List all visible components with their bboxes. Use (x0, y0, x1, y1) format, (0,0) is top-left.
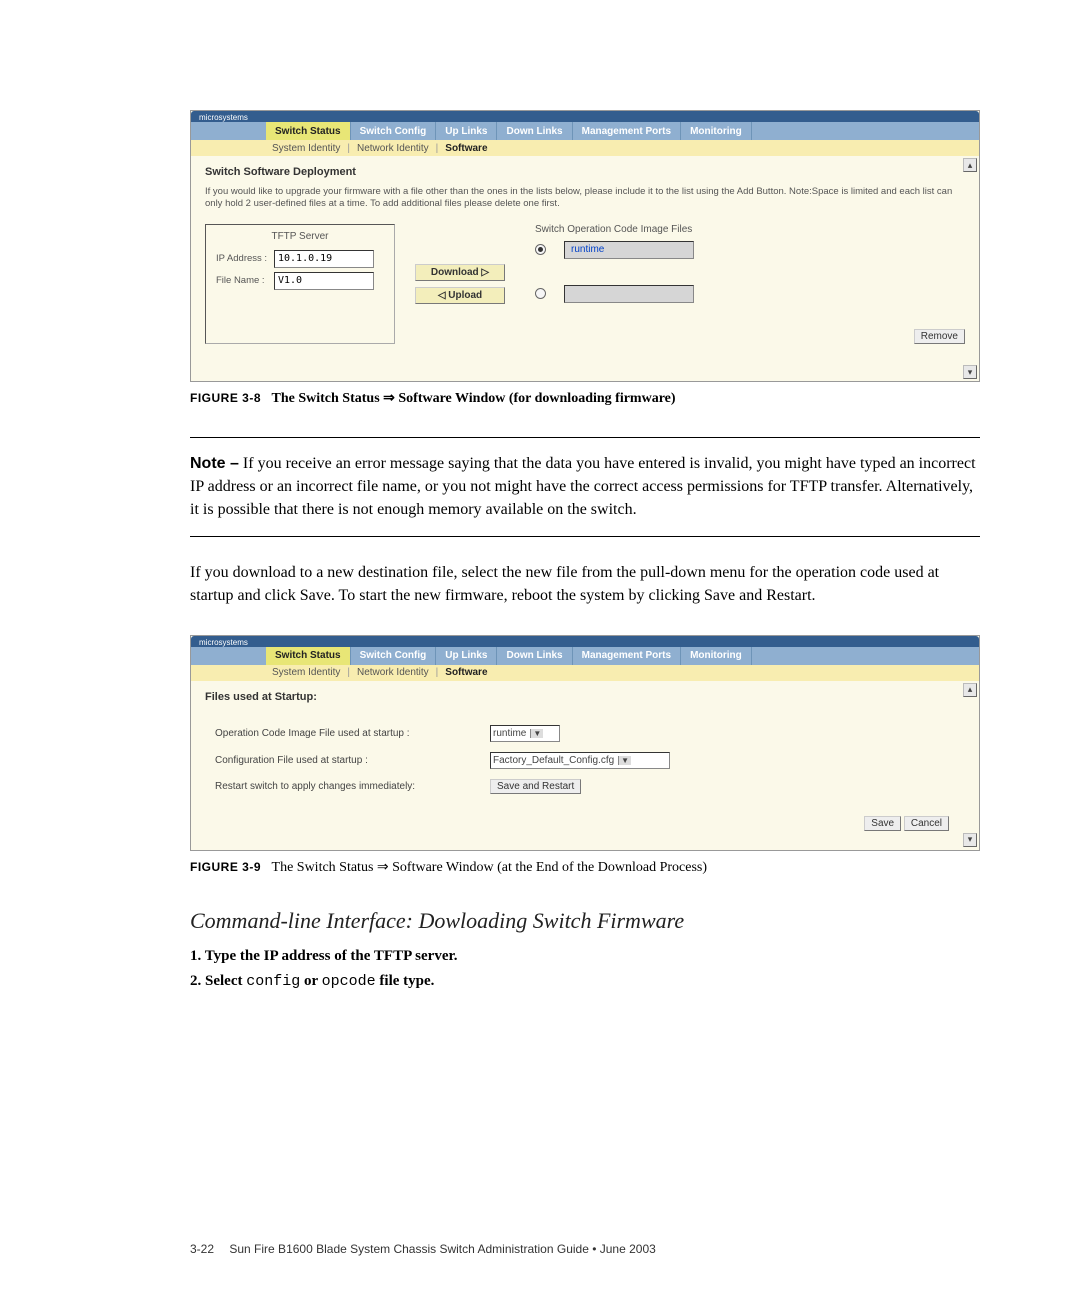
figure-3-8-screenshot: microsystems Switch Status Switch Config… (190, 110, 980, 382)
note-text: If you receive an error message saying t… (190, 455, 976, 518)
main-tabbar-2: Switch Status Switch Config Up Links Dow… (191, 647, 979, 665)
startup-files-heading: Files used at Startup: (205, 691, 965, 703)
tab-down-links[interactable]: Down Links (497, 122, 572, 140)
scroll-up-button[interactable]: ▴ (963, 158, 977, 172)
scroll-down-button-2[interactable]: ▾ (963, 833, 977, 847)
figure-3-8-caption: FIGURE 3-8 The Switch Status ⇒ Software … (190, 390, 980, 407)
step-1: 1. Type the IP address of the TFTP serve… (190, 948, 980, 965)
ip-address-label: IP Address : (216, 254, 270, 264)
step-2: 2. Select config or opcode file type. (190, 973, 980, 990)
subtab-system-identity[interactable]: System Identity (266, 140, 346, 156)
config-file-label: Configuration File used at startup : (215, 755, 490, 766)
cancel-button[interactable]: Cancel (904, 816, 949, 831)
figure-3-9-caption: FIGURE 3-9 The Switch Status ⇒ Software … (190, 859, 980, 876)
caption-label: FIGURE 3-8 (190, 391, 261, 405)
image-file-1: runtime (564, 241, 694, 259)
tab-switch-status[interactable]: Switch Status (266, 122, 351, 140)
remove-button[interactable]: Remove (914, 329, 965, 344)
caption-text-2: The Switch Status ⇒ Software Window (at … (272, 860, 708, 875)
upload-button[interactable]: ◁ Upload (415, 287, 505, 304)
restart-label: Restart switch to apply changes immediat… (215, 781, 490, 792)
titlebar-brand: microsystems (191, 111, 979, 122)
titlebar-brand-2: microsystems (191, 636, 979, 647)
download-button[interactable]: Download ▷ (415, 264, 505, 281)
description-text: If you would like to upgrade your firmwa… (205, 186, 965, 210)
scroll-down-button[interactable]: ▾ (963, 365, 977, 379)
save-and-restart-button[interactable]: Save and Restart (490, 779, 581, 794)
tab-monitoring[interactable]: Monitoring (681, 122, 752, 140)
tab-management-ports[interactable]: Management Ports (573, 122, 681, 140)
file-name-label: File Name : (216, 276, 270, 286)
subtab-network-identity[interactable]: Network Identity (351, 140, 435, 156)
subtab-software-2[interactable]: Software (439, 665, 493, 681)
caption-text: The Switch Status ⇒ Software Window (for… (272, 391, 676, 406)
subtab-network-identity-2[interactable]: Network Identity (351, 665, 435, 681)
caption-label-2: FIGURE 3-9 (190, 860, 261, 874)
image-files-heading: Switch Operation Code Image Files (535, 224, 965, 235)
tab-switch-status-2[interactable]: Switch Status (266, 647, 351, 665)
sub-tabbar-2: System Identity | Network Identity | Sof… (191, 665, 979, 681)
footer-title: Sun Fire B1600 Blade System Chassis Swit… (229, 1242, 655, 1256)
file-name-input[interactable] (274, 272, 374, 290)
save-button[interactable]: Save (864, 816, 901, 831)
sub-tabbar: System Identity | Network Identity | Sof… (191, 140, 979, 156)
config-file-value: Factory_Default_Config.cfg (493, 755, 614, 766)
tab-switch-config-2[interactable]: Switch Config (351, 647, 437, 665)
tab-down-links-2[interactable]: Down Links (497, 647, 572, 665)
page-footer: 3-22 Sun Fire B1600 Blade System Chassis… (190, 1242, 656, 1256)
note-label: Note – (190, 455, 239, 472)
tab-switch-config[interactable]: Switch Config (351, 122, 437, 140)
opcode-file-select[interactable]: runtime ▼ (490, 725, 560, 742)
page-number: 3-22 (190, 1242, 214, 1256)
image-radio-1[interactable] (535, 244, 546, 255)
figure-3-9-screenshot: microsystems Switch Status Switch Config… (190, 635, 980, 851)
config-file-select[interactable]: Factory_Default_Config.cfg ▼ (490, 752, 670, 769)
tab-up-links-2[interactable]: Up Links (436, 647, 497, 665)
cli-heading: Command-line Interface: Dowloading Switc… (190, 908, 980, 934)
chevron-down-icon-2: ▼ (618, 756, 631, 765)
opcode-file-value: runtime (493, 728, 526, 739)
opcode-file-label: Operation Code Image File used at startu… (215, 728, 490, 739)
image-file-2 (564, 285, 694, 303)
main-tabbar: Switch Status Switch Config Up Links Dow… (191, 122, 979, 140)
ip-address-input[interactable] (274, 250, 374, 268)
scroll-up-button-2[interactable]: ▴ (963, 683, 977, 697)
tab-management-ports-2[interactable]: Management Ports (573, 647, 681, 665)
tftp-legend: TFTP Server (216, 231, 384, 242)
tftp-server-group: TFTP Server IP Address : File Name : (205, 224, 395, 344)
body-paragraph: If you download to a new destination fil… (190, 561, 980, 607)
note-block: Note – If you receive an error message s… (190, 437, 980, 537)
section-title: Switch Software Deployment (205, 166, 965, 178)
tab-monitoring-2[interactable]: Monitoring (681, 647, 752, 665)
subtab-system-identity-2[interactable]: System Identity (266, 665, 346, 681)
chevron-down-icon: ▼ (530, 729, 543, 738)
subtab-software[interactable]: Software (439, 140, 493, 156)
image-radio-2[interactable] (535, 288, 546, 299)
tab-up-links[interactable]: Up Links (436, 122, 497, 140)
